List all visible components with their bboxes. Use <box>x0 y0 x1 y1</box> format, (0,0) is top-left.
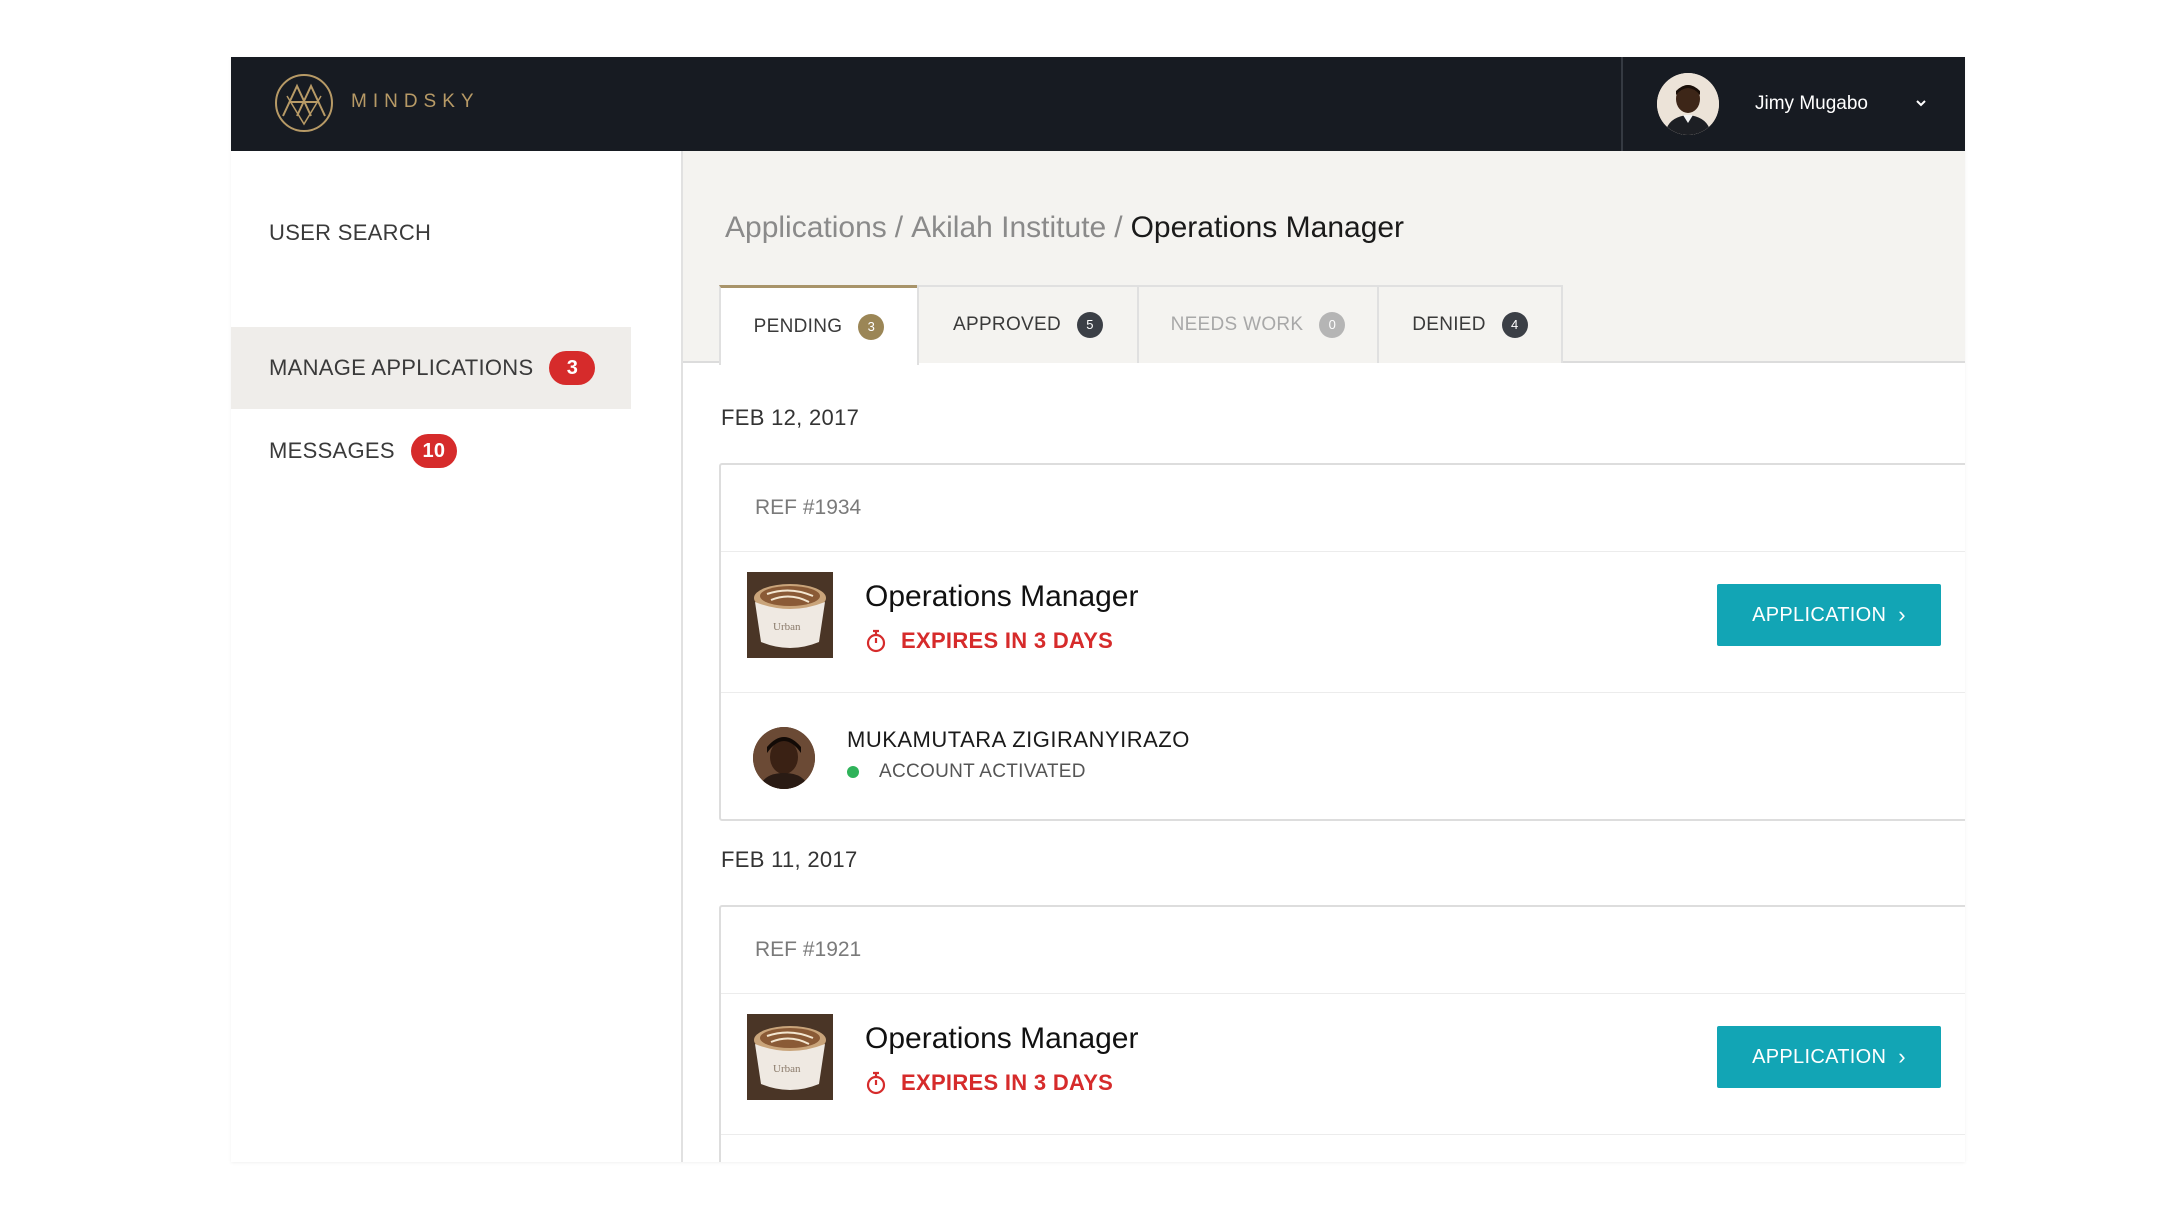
stopwatch-icon <box>866 629 886 653</box>
applicant-row[interactable]: MUKAMUTARA ZIGIRANYIRAZO ACCOUNT ACTIVAT… <box>721 693 1965 821</box>
expiry-notice: EXPIRES IN 3 DAYS <box>865 1070 1113 1096</box>
company-thumbnail: Urban <box>747 1014 833 1100</box>
thumbnail-brand-text: Urban <box>773 1063 801 1075</box>
status-tabs: PENDING 3 APPROVED 5 NEEDS WORK 0 DENIED… <box>719 285 1563 365</box>
application-card: REF #1934 Urban Operations Manager EXPIR… <box>719 463 1965 821</box>
avatar[interactable] <box>1657 73 1719 135</box>
tab-label: DENIED <box>1412 314 1486 335</box>
date-heading: FEB 11, 2017 <box>721 847 858 872</box>
status-dot-icon <box>847 766 859 778</box>
breadcrumb-link-institute[interactable]: Akilah Institute <box>911 211 1106 244</box>
tab-pending[interactable]: PENDING 3 <box>719 285 919 365</box>
tab-count-badge: 4 <box>1501 312 1528 338</box>
page-header: Applications / Akilah Institute / Operations… <box>683 151 1965 365</box>
button-label: APPLICATION <box>1752 603 1887 626</box>
chevron-right-icon: › <box>1898 602 1906 627</box>
tab-approved[interactable]: APPROVED 5 <box>917 285 1139 363</box>
application-button[interactable]: APPLICATION › <box>1717 1026 1941 1088</box>
sidebar-item-label: MESSAGES <box>269 438 395 463</box>
user-menu[interactable]: Jimy Mugabo <box>1621 57 1965 151</box>
main-content: Applications / Akilah Institute / Operations… <box>683 151 1965 1162</box>
top-bar: MINDSKY Jimy Mugabo <box>231 57 1965 151</box>
job-title: Operations Manager <box>865 580 1139 613</box>
chevron-right-icon: › <box>1898 1044 1906 1069</box>
avatar[interactable] <box>753 727 815 789</box>
thumbnail-brand-text: Urban <box>773 621 801 633</box>
chevron-down-icon[interactable] <box>1913 97 1929 109</box>
tab-label: PENDING <box>753 315 843 337</box>
breadcrumb: Applications / Akilah Institute / Operations… <box>725 211 1404 245</box>
count-badge: 10 <box>410 434 457 468</box>
count-badge: 3 <box>549 351 596 385</box>
page-title: Operations Manager <box>1130 211 1405 244</box>
application-button[interactable]: APPLICATION › <box>1717 584 1941 646</box>
tab-count-badge: 3 <box>858 313 885 340</box>
user-name[interactable]: Jimy Mugabo <box>1755 93 1868 115</box>
job-row: Urban Operations Manager EXPIRES IN 3 DA… <box>721 552 1965 693</box>
sidebar-item-user-search[interactable]: USER SEARCH <box>231 193 631 273</box>
mindsky-logo-icon[interactable] <box>273 72 335 134</box>
stopwatch-icon <box>866 1071 886 1095</box>
app-window: MINDSKY Jimy Mugabo USER SEARCH MANAGE A… <box>231 57 1965 1162</box>
job-row: Urban Operations Manager EXPIRES IN 3 DA… <box>721 994 1965 1135</box>
job-title: Operations Manager <box>865 1022 1139 1055</box>
tab-denied[interactable]: DENIED 4 <box>1377 285 1563 363</box>
expiry-text: EXPIRES IN 3 DAYS <box>901 1070 1114 1095</box>
tab-needs-work[interactable]: NEEDS WORK 0 <box>1137 285 1379 363</box>
expiry-text: EXPIRES IN 3 DAYS <box>901 628 1114 653</box>
sidebar-item-label: MANAGE APPLICATIONS <box>269 355 534 380</box>
reference-number: REF #1921 <box>721 907 1965 994</box>
button-label: APPLICATION <box>1752 1045 1887 1068</box>
breadcrumb-link-applications[interactable]: Applications <box>725 211 887 244</box>
tab-label: NEEDS WORK <box>1170 314 1304 335</box>
status-text: ACCOUNT ACTIVATED <box>879 761 1086 782</box>
company-thumbnail: Urban <box>747 572 833 658</box>
sidebar-item-messages[interactable]: MESSAGES 10 <box>231 411 631 491</box>
reference-number: REF #1934 <box>721 465 1965 552</box>
tab-count-badge: 0 <box>1319 312 1346 338</box>
sidebar-item-label: USER SEARCH <box>269 220 432 245</box>
account-status: ACCOUNT ACTIVATED <box>847 761 1086 783</box>
breadcrumb-separator: / <box>894 211 904 244</box>
applicant-name[interactable]: MUKAMUTARA ZIGIRANYIRAZO <box>847 727 1190 753</box>
application-card: REF #1921 Urban Operations Manager EXPIR… <box>719 905 1965 1162</box>
logo-text: MINDSKY <box>351 91 480 112</box>
breadcrumb-separator: / <box>1114 211 1123 244</box>
date-heading: FEB 12, 2017 <box>721 405 860 430</box>
tab-count-badge: 5 <box>1077 312 1103 338</box>
sidebar-item-manage-applications[interactable]: MANAGE APPLICATIONS 3 <box>231 327 631 409</box>
sidebar: USER SEARCH MANAGE APPLICATIONS 3 MESSAG… <box>231 151 683 1162</box>
tab-label: APPROVED <box>953 314 1061 335</box>
expiry-notice: EXPIRES IN 3 DAYS <box>865 628 1113 654</box>
